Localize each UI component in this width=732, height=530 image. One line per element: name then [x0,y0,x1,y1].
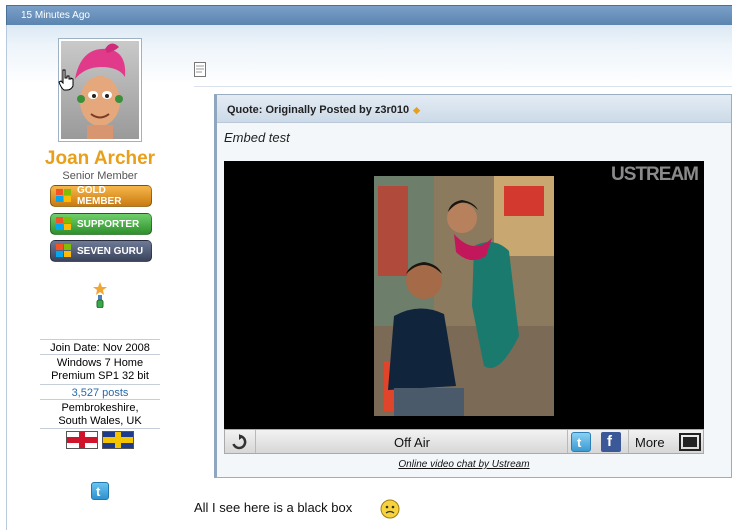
broadcast-status: Off Air [394,435,430,450]
location-line-2: South Wales, UK [58,415,142,427]
confused-smiley-icon [380,499,400,519]
post-count-link[interactable]: 3,527 posts [40,384,160,400]
share-facebook-button[interactable]: f [601,432,621,452]
video-player[interactable]: USTREAM [224,161,704,429]
info-divider [40,428,160,429]
badge-label: GOLD MEMBER [77,185,122,207]
badge-gold-member: GOLD MEMBER [50,185,152,207]
username[interactable]: Joan Archer [6,148,194,170]
post-document-icon [194,62,206,77]
post-time: 15 Minutes Ago [21,10,90,21]
windows-logo-icon [56,217,71,230]
os-line-1: Windows 7 Home [56,357,144,369]
post-message: All I see here is a black box [194,500,353,515]
windows-logo-icon [56,189,71,202]
join-date: Join Date: Nov 2008 [40,339,160,355]
badge-label: SUPPORTER [77,218,140,230]
video-thumbnail [374,176,554,416]
quote-block: Quote: Originally Posted by z3r010 ◆ Embe… [214,94,732,478]
quote-text: Embed test [224,130,290,145]
twitter-icon[interactable]: t [91,482,109,500]
operating-system: Windows 7 Home Premium SP1 32 bit [40,354,160,383]
badge-supporter: SUPPORTER [50,213,152,235]
svg-text:t: t [96,484,101,499]
svg-text:t: t [577,435,582,450]
more-button[interactable]: More [635,435,665,450]
os-line-2: Premium SP1 32 bit [51,370,149,382]
user-title: Senior Member [62,170,138,182]
player-controls: Off Air t f More [224,429,704,454]
share-twitter-button[interactable]: t [571,432,591,452]
badge-seven-guru: SEVEN GURU [50,240,152,262]
hand-cursor-icon [58,69,74,91]
post-header-bar: 15 Minutes Ago [6,5,732,25]
award-medal-icon[interactable] [93,282,107,308]
fullscreen-icon[interactable] [679,433,701,451]
location-line-1: Pembrokeshire, [61,402,139,414]
quote-header: Quote: Originally Posted by z3r010 ◆ [217,95,731,123]
view-post-icon[interactable]: ◆ [413,105,420,115]
control-divider [255,430,256,453]
windows-logo-icon [56,244,71,257]
ustream-link[interactable]: Online video chat by Ustream [217,459,711,470]
badge-label: SEVEN GURU [77,245,144,257]
post-separator [194,86,732,87]
control-divider [567,430,568,453]
location: Pembrokeshire, South Wales, UK [40,399,160,428]
quote-header-text: Quote: Originally Posted by z3r010 [227,104,410,116]
england-flag-icon [66,431,98,449]
control-divider [628,430,629,453]
flag-icon [102,431,134,449]
refresh-icon[interactable] [231,434,247,450]
ustream-logo: USTREAM [611,164,699,185]
